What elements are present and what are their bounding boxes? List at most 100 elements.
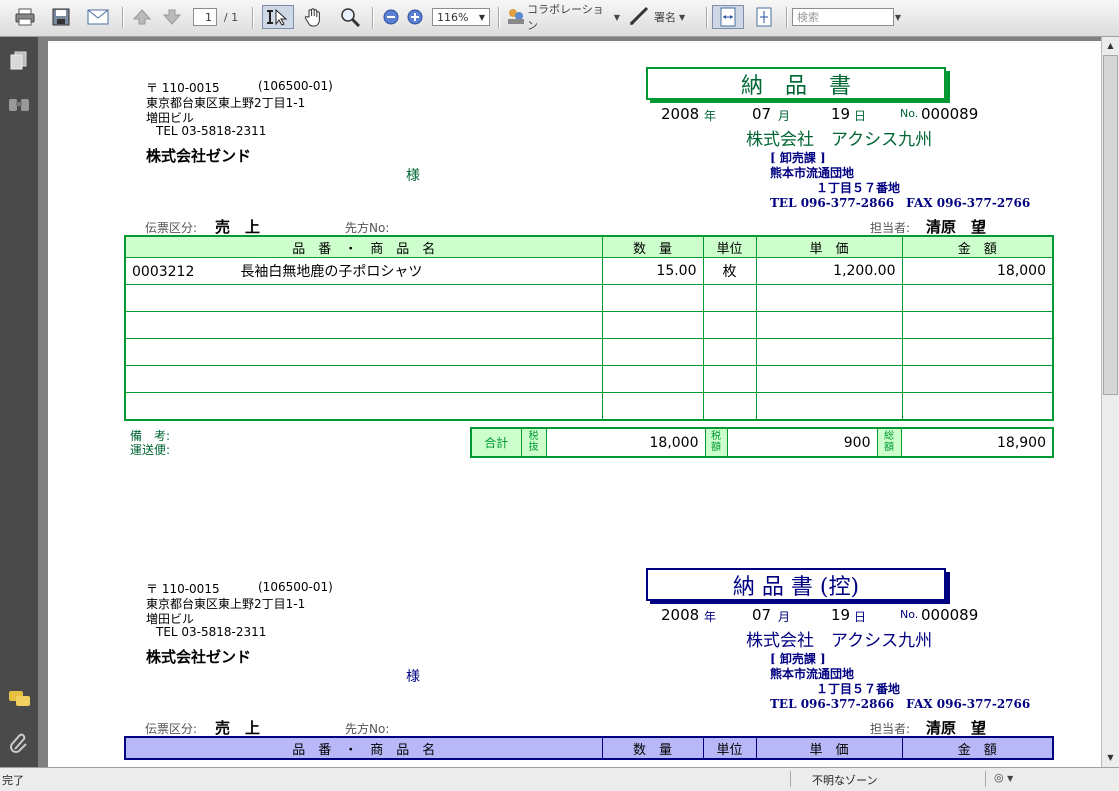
document-title: 納 品 書 (控) (646, 568, 946, 601)
destination-no-label: 先方No: (345, 221, 390, 235)
collaboration-icon (506, 7, 527, 28)
table-cell (901, 392, 1053, 421)
date-month-unit: 月 (778, 109, 791, 123)
grand-total-label: 総額 (884, 431, 894, 453)
sender-tel: TEL 03-5818-2311 (156, 124, 267, 138)
person-label: 担当者: (870, 722, 911, 736)
table-cell: 1,200.00 (755, 257, 902, 285)
table-header-cell: 単位 (702, 235, 757, 258)
chevron-down-icon: ▼ (679, 12, 686, 22)
slip-type-label: 伝票区分: (145, 722, 198, 736)
table-cell (702, 365, 756, 393)
table-row (124, 284, 1053, 312)
grand-total-amount: 18,900 (997, 434, 1046, 451)
collaboration-button[interactable]: コラボレーション ▼ (506, 3, 620, 32)
comments-icon[interactable] (8, 689, 32, 712)
binoculars-icon[interactable] (8, 95, 30, 116)
next-page-icon[interactable] (160, 5, 184, 29)
globe-icon: ◎ (994, 771, 1004, 784)
table-cell (124, 365, 602, 393)
table-header-row: 品 番 ・ 商 品 名数 量単位単 価金 額 (124, 736, 1054, 760)
vertical-scrollbar[interactable]: ▲ ▼ (1101, 37, 1119, 767)
table-header-cell: 品 番 ・ 商 品 名 (124, 736, 603, 760)
chevron-down-icon: ▼ (1007, 774, 1014, 783)
table-header-cell: 数 量 (601, 736, 704, 760)
table-cell (702, 311, 756, 339)
table-header-cell: 単位 (702, 736, 757, 760)
subtotal-amount-cell: 18,000 (545, 428, 705, 457)
search-input[interactable]: 検索 (792, 8, 894, 26)
status-bar: 完了 不明なゾーン ◎ ▼ (0, 767, 1119, 791)
save-icon[interactable] (48, 5, 74, 29)
table-cell (601, 311, 703, 339)
items-table: 品 番 ・ 商 品 名数 量単位単 価金 額 (124, 736, 1054, 760)
page-number-input[interactable]: 1 (193, 8, 217, 26)
scroll-up-arrow-icon[interactable]: ▲ (1103, 37, 1118, 53)
table-cell (702, 338, 756, 366)
date-month-unit: 月 (778, 610, 791, 624)
date-day-unit: 日 (854, 109, 867, 123)
status-text: 完了 (2, 774, 24, 787)
zoom-tool-icon[interactable] (336, 5, 366, 29)
table-cell (702, 392, 756, 421)
customer-honorific: 様 (406, 168, 420, 184)
table-cell (601, 365, 703, 393)
company-tel-fax: TEL 096-377-2866 FAX 096-377-2766 (770, 697, 1031, 711)
zoom-out-icon[interactable] (380, 5, 402, 29)
person-name: 清原 望 (926, 218, 987, 236)
item-code: 0003212 (132, 264, 195, 280)
hand-tool-icon[interactable] (300, 5, 328, 29)
number-label: No. (900, 107, 919, 120)
slip-type-value: 売 上 (215, 719, 261, 737)
table-cell (755, 338, 902, 366)
sign-button[interactable]: 署名 ▼ (628, 5, 698, 29)
table-cell (124, 392, 602, 421)
tax-amount: 900 (843, 434, 871, 451)
number-label: No. (900, 608, 919, 621)
fit-width-icon[interactable] (712, 5, 744, 29)
table-header-cell: 単 価 (755, 736, 903, 760)
collaboration-label: コラボレーション (527, 3, 604, 32)
sender-code: (106500-01) (258, 79, 333, 93)
document-number: 000089 (921, 606, 979, 624)
table-cell: 枚 (702, 257, 756, 285)
table-cell (755, 284, 902, 312)
previous-page-icon[interactable] (130, 5, 154, 29)
company-name: 株式会社 アクシス九州 (746, 631, 933, 651)
table-cell (755, 365, 902, 393)
attachment-icon[interactable] (9, 731, 29, 756)
slip-type-value: 売 上 (215, 218, 261, 236)
table-cell (901, 365, 1053, 393)
date-year-unit: 年 (704, 610, 717, 624)
table-cell (124, 284, 602, 312)
destination-no-label: 先方No: (345, 722, 390, 736)
zoom-in-icon[interactable] (404, 5, 426, 29)
item-name: 長袖白無地鹿の子ポロシャツ (240, 264, 423, 280)
scroll-thumb[interactable] (1103, 55, 1118, 395)
chevron-down-icon[interactable]: ▼ (893, 8, 903, 26)
item-unit: 枚 (722, 264, 737, 280)
table-cell (755, 392, 902, 421)
scroll-down-arrow-icon[interactable]: ▼ (1103, 749, 1118, 765)
document-viewport[interactable]: 〒 110-0015 (106500-01) 東京都台東区東上野2丁目1-1 増田ビル… (38, 37, 1101, 767)
date-year: 2008 (661, 105, 700, 123)
table-cell: 18,000 (901, 257, 1053, 285)
tax-label-cell: 税額 (704, 428, 727, 457)
table-header-cell: 金 額 (901, 235, 1054, 258)
table-row (124, 338, 1053, 366)
grand-total-amount-cell: 18,900 (900, 428, 1053, 457)
date-year-unit: 年 (704, 109, 717, 123)
email-icon[interactable] (84, 5, 112, 29)
print-icon[interactable] (12, 5, 38, 29)
item-quantity: 15.00 (656, 263, 697, 279)
select-tool-icon[interactable] (262, 5, 294, 29)
table-cell (901, 311, 1053, 339)
date-year: 2008 (661, 606, 700, 624)
zoom-status-button[interactable]: ◎ ▼ (994, 771, 1028, 787)
pages-icon[interactable] (9, 51, 29, 74)
document-page: 〒 110-0015 (106500-01) 東京都台東区東上野2丁目1-1 増田ビル… (48, 41, 1101, 767)
table-header-row: 品 番 ・ 商 品 名数 量単位単 価金 額 (124, 235, 1054, 258)
zoom-select[interactable]: 116% ▼ (432, 8, 490, 26)
fit-page-icon[interactable] (750, 5, 778, 29)
table-cell (901, 284, 1053, 312)
